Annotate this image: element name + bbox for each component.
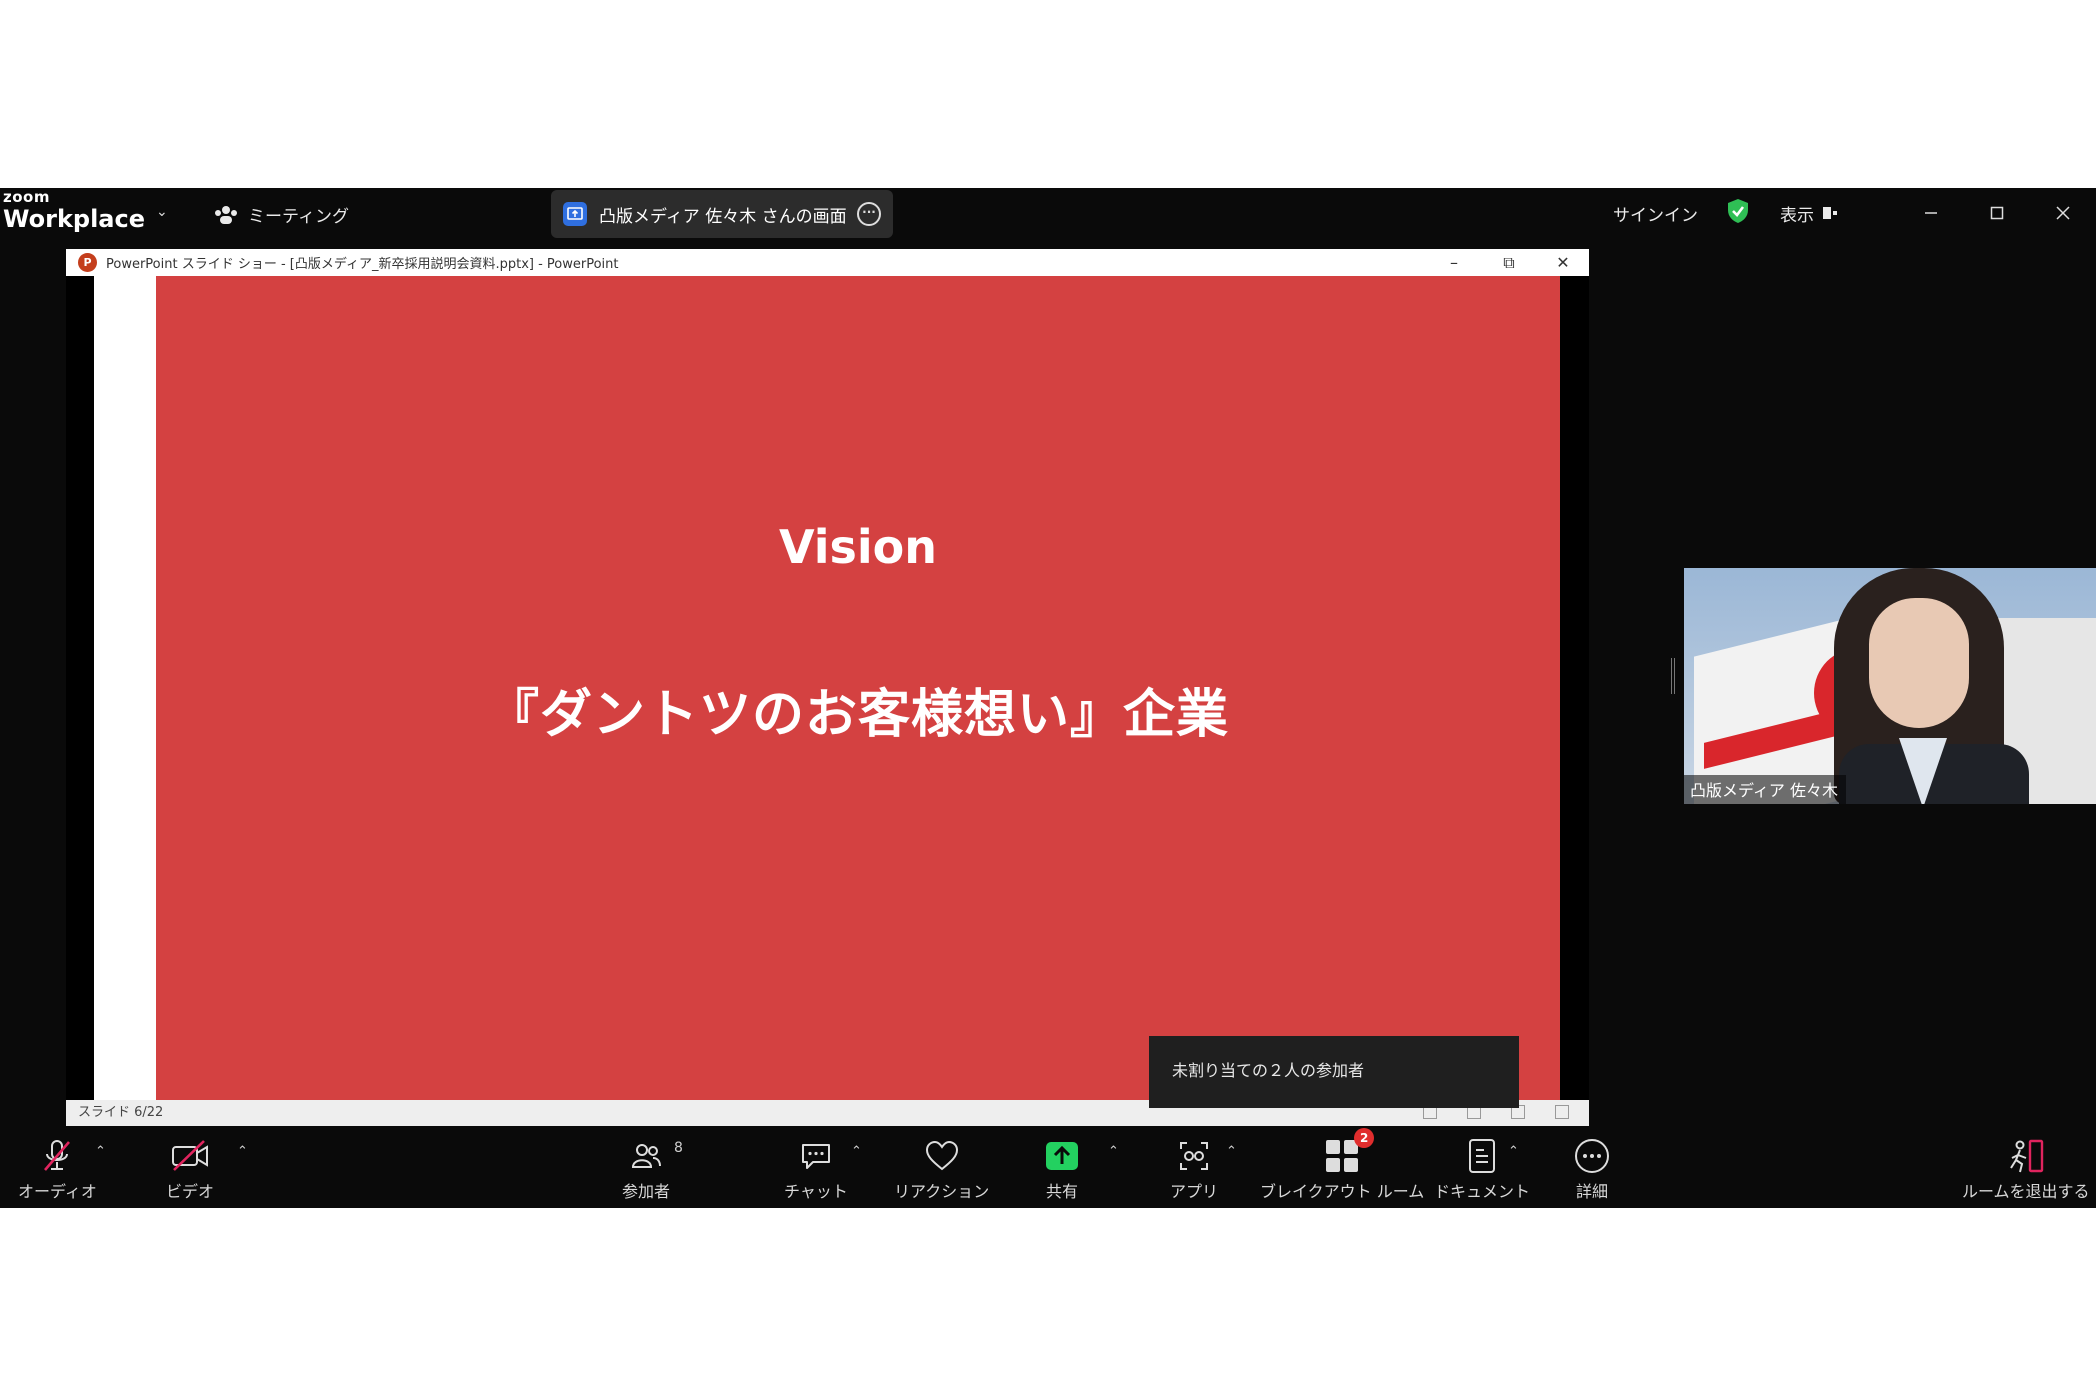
apps-button[interactable]: アプリ <box>1170 1136 1218 1202</box>
documents-label: ドキュメント <box>1434 1182 1531 1201</box>
meeting-menu-label: ミーティング <box>248 207 349 227</box>
share-caret-icon[interactable]: ⌃ <box>1108 1144 1119 1159</box>
participants-icon <box>629 1136 663 1176</box>
participant-name-label: 凸版メディア 佐々木 <box>1684 775 1846 804</box>
video-button[interactable]: ビデオ <box>166 1136 214 1202</box>
minimize-icon <box>1925 212 1937 214</box>
view-label: 表示 <box>1780 205 1814 226</box>
shared-powerpoint-window: P PowerPoint スライド ショー - [凸版メディア_新卒採用説明会資… <box>66 249 1589 1126</box>
reactions-label: リアクション <box>894 1182 990 1201</box>
brand-small: zoom <box>3 188 50 206</box>
view-button[interactable]: 表示 <box>1780 201 1838 226</box>
encryption-shield-icon[interactable] <box>1726 198 1750 229</box>
document-icon <box>1467 1136 1497 1176</box>
unassigned-participants-toast[interactable]: 未割り当ての２人の参加者 <box>1149 1036 1519 1108</box>
slide-counter: スライド 6/22 <box>78 1105 164 1120</box>
meeting-menu-button[interactable]: ミーティング <box>214 202 349 227</box>
audio-caret-icon[interactable]: ⌃ <box>95 1144 106 1159</box>
powerpoint-logo-icon: P <box>78 253 97 272</box>
zoom-logo: zoom Workplace <box>3 188 146 233</box>
maximize-icon <box>1990 206 2004 220</box>
meeting-toolbar: オーディオ ⌃ ビデオ ⌃ 参加者 8 チャット ⌃ リアクション 共有 ⌃ ア… <box>0 1126 2096 1208</box>
more-options-icon[interactable]: ··· <box>857 202 881 226</box>
slide-body-text: 『ダントツのお客様想い』企業 <box>486 685 1229 745</box>
chat-icon <box>799 1136 833 1176</box>
slide-canvas: Vision 『ダントツのお客様想い』企業 <box>156 276 1560 1100</box>
share-pill-label: 凸版メディア 佐々木 さんの画面 <box>599 206 847 227</box>
share-button[interactable]: 共有 <box>1044 1136 1080 1202</box>
panel-resize-handle[interactable] <box>1671 658 1675 694</box>
audio-button[interactable]: オーディオ <box>18 1136 97 1202</box>
exit-door-icon <box>2006 1136 2046 1176</box>
leave-room-button[interactable]: ルームを退出する <box>1962 1136 2090 1202</box>
more-button[interactable]: 詳細 <box>1574 1136 1610 1202</box>
apps-icon <box>1177 1136 1211 1176</box>
share-label: 共有 <box>1045 1182 1078 1201</box>
participants-label: 参加者 <box>622 1182 671 1201</box>
close-button[interactable] <box>2030 188 2096 238</box>
top-right-controls: サインイン 表示 <box>1613 188 2096 238</box>
view-layout-icon <box>1823 207 1837 219</box>
chat-button[interactable]: チャット <box>784 1136 848 1202</box>
slideshow-view-icon[interactable] <box>1555 1105 1569 1119</box>
chevron-down-icon[interactable]: ⌄ <box>156 204 168 220</box>
share-screen-icon <box>563 202 587 226</box>
participant-video-tile[interactable]: 凸版メディア 佐々木 <box>1684 568 2096 804</box>
toast-text: 未割り当ての２人の参加者 <box>1172 1061 1365 1080</box>
ppt-close-icon[interactable]: ✕ <box>1538 249 1588 276</box>
ppt-window-title: PowerPoint スライド ショー - [凸版メディア_新卒採用説明会資料.… <box>106 257 619 272</box>
video-person-face <box>1869 598 1969 728</box>
breakout-rooms-button[interactable]: 2 ブレイクアウト ルーム <box>1260 1128 1425 1202</box>
ppt-minimize-icon[interactable]: – <box>1429 249 1479 276</box>
participants-group-icon <box>215 205 237 224</box>
audio-label: オーディオ <box>18 1182 97 1201</box>
more-dots-icon <box>1574 1136 1610 1176</box>
maximize-button[interactable] <box>1964 188 2030 238</box>
share-arrow-icon <box>1044 1136 1080 1176</box>
apps-label: アプリ <box>1170 1182 1219 1201</box>
slide-margin <box>94 276 156 1100</box>
participants-count: 8 <box>674 1140 683 1156</box>
ppt-title-bar: P PowerPoint スライド ショー - [凸版メディア_新卒採用説明会資… <box>66 249 1589 276</box>
breakout-label: ブレイクアウト ルーム <box>1260 1182 1425 1201</box>
ppt-restore-icon[interactable]: ⧉ <box>1484 249 1534 276</box>
documents-caret-icon[interactable]: ⌃ <box>1508 1144 1519 1159</box>
breakout-grid-icon: 2 <box>1324 1128 1375 1176</box>
breakout-badge: 2 <box>1354 1128 1375 1148</box>
brand-large: Workplace <box>3 205 146 233</box>
top-bar: zoom Workplace ⌄ ミーティング 凸版メディア 佐々木 さんの画面… <box>0 188 2096 243</box>
chat-caret-icon[interactable]: ⌃ <box>851 1144 862 1159</box>
video-label: ビデオ <box>166 1182 215 1201</box>
screen-share-indicator[interactable]: 凸版メディア 佐々木 さんの画面 ··· <box>551 190 893 238</box>
leave-room-label: ルームを退出する <box>1962 1182 2090 1201</box>
chat-label: チャット <box>784 1182 848 1201</box>
more-label: 詳細 <box>1575 1182 1608 1201</box>
reactions-button[interactable]: リアクション <box>894 1136 989 1202</box>
signin-button[interactable]: サインイン <box>1613 201 1698 226</box>
heart-icon <box>924 1136 960 1176</box>
video-caret-icon[interactable]: ⌃ <box>237 1144 248 1159</box>
mic-muted-icon <box>39 1136 75 1176</box>
participants-button[interactable]: 参加者 <box>622 1136 670 1202</box>
apps-caret-icon[interactable]: ⌃ <box>1226 1144 1237 1159</box>
zoom-meeting-window: zoom Workplace ⌄ ミーティング 凸版メディア 佐々木 さんの画面… <box>0 188 2096 1208</box>
close-icon <box>2056 206 2070 220</box>
slide-title: Vision <box>778 520 938 574</box>
minimize-button[interactable] <box>1898 188 1964 238</box>
video-off-icon <box>170 1136 210 1176</box>
